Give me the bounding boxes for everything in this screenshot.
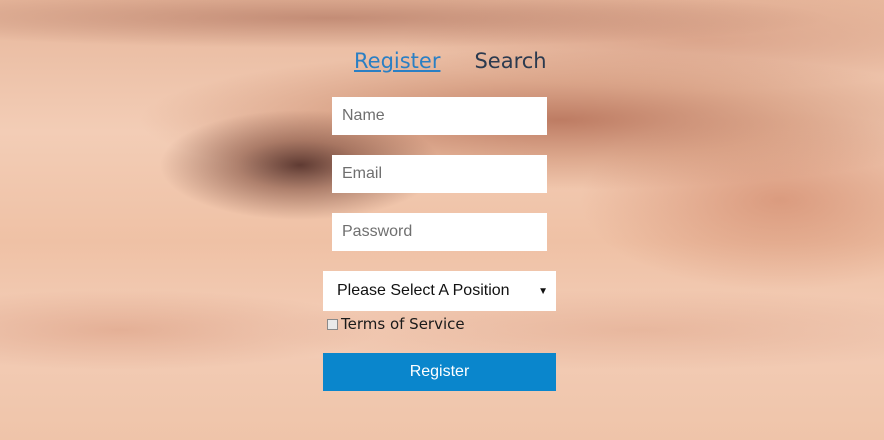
terms-row: Terms of Service — [327, 315, 465, 333]
position-select-value: Please Select A Position — [337, 282, 510, 299]
terms-label: Terms of Service — [341, 315, 465, 333]
nav-tabs: Register Search — [354, 49, 547, 73]
terms-checkbox[interactable] — [327, 318, 338, 330]
email-input[interactable] — [332, 155, 547, 193]
name-input[interactable] — [332, 97, 547, 135]
chevron-down-icon: ▼ — [538, 285, 548, 297]
register-form-page: Register Search Please Select A Position… — [0, 0, 884, 440]
position-select[interactable]: Please Select A Position ▼ — [323, 271, 556, 311]
tab-search[interactable]: Search — [474, 49, 546, 73]
password-input[interactable] — [332, 213, 547, 251]
register-button[interactable]: Register — [323, 353, 556, 391]
tab-register[interactable]: Register — [354, 49, 440, 73]
